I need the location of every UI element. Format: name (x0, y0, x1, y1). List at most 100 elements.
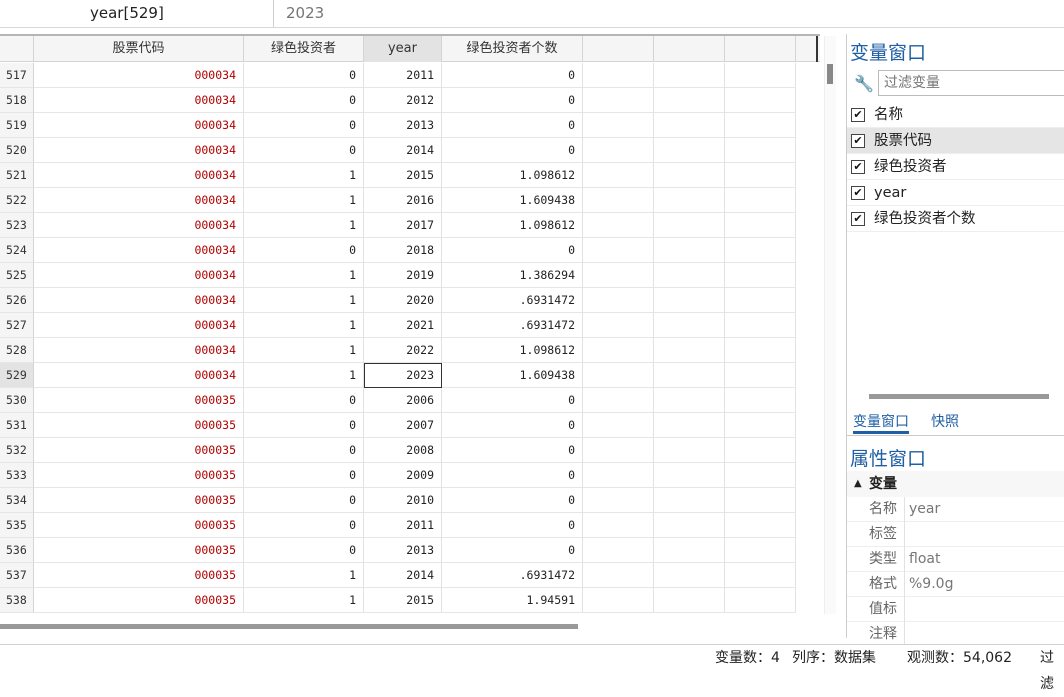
cell-year[interactable]: 2015 (364, 588, 442, 613)
table-row[interactable]: 523 000034 1 2017 1.098612 (0, 213, 820, 238)
row-number[interactable]: 517 (0, 63, 34, 88)
cell-green[interactable]: 1 (244, 588, 364, 613)
property-row[interactable]: 标签 (847, 522, 1064, 547)
cell-count[interactable]: 0 (442, 488, 583, 513)
checkbox-icon[interactable]: ✔ (851, 212, 865, 226)
data-grid[interactable]: 股票代码 绿色投资者 year 绿色投资者个数 517 000034 0 2011 0 5… (0, 34, 820, 618)
cell-empty[interactable] (725, 88, 796, 113)
cell-empty[interactable] (725, 388, 796, 413)
table-row[interactable]: 534 000035 0 2010 0 (0, 488, 820, 513)
cell-green[interactable]: 1 (244, 263, 364, 288)
table-row[interactable]: 518 000034 0 2012 0 (0, 88, 820, 113)
cell-code[interactable]: 000034 (34, 313, 244, 338)
cell-code[interactable]: 000034 (34, 113, 244, 138)
row-number[interactable]: 527 (0, 313, 34, 338)
table-row[interactable]: 532 000035 0 2008 0 (0, 438, 820, 463)
row-number[interactable]: 522 (0, 188, 34, 213)
cell-count[interactable]: .6931472 (442, 288, 583, 313)
cell-code[interactable]: 000035 (34, 563, 244, 588)
cell-empty[interactable] (583, 338, 654, 363)
cell-code[interactable]: 000035 (34, 538, 244, 563)
cell-empty[interactable] (583, 513, 654, 538)
cell-count[interactable]: 1.386294 (442, 263, 583, 288)
table-row[interactable]: 533 000035 0 2009 0 (0, 463, 820, 488)
cell-empty[interactable] (654, 313, 725, 338)
table-row[interactable]: 527 000034 1 2021.6931472 (0, 313, 820, 338)
row-number[interactable]: 526 (0, 288, 34, 313)
row-number[interactable]: 535 (0, 513, 34, 538)
cell-green[interactable]: 0 (244, 463, 364, 488)
cell-empty[interactable] (583, 113, 654, 138)
row-number[interactable]: 530 (0, 388, 34, 413)
cell-code[interactable]: 000034 (34, 188, 244, 213)
cell-empty[interactable] (583, 263, 654, 288)
cell-empty[interactable] (583, 288, 654, 313)
cell-green[interactable]: 0 (244, 63, 364, 88)
cell-empty[interactable] (583, 313, 654, 338)
table-row[interactable]: 530 000035 0 2006 0 (0, 388, 820, 413)
checkbox-icon[interactable]: ✔ (851, 186, 865, 200)
cell-empty[interactable] (725, 213, 796, 238)
cell-empty[interactable] (725, 113, 796, 138)
cell-count[interactable]: 0 (442, 513, 583, 538)
cell-code[interactable]: 000034 (34, 163, 244, 188)
cell-empty[interactable] (654, 88, 725, 113)
cell-green[interactable]: 1 (244, 363, 364, 388)
cell-code[interactable]: 000034 (34, 263, 244, 288)
cell-count[interactable]: 0 (442, 463, 583, 488)
cell-year[interactable]: 2006 (364, 388, 442, 413)
cell-empty[interactable] (725, 238, 796, 263)
cell-empty[interactable] (654, 138, 725, 163)
variable-item[interactable]: ✔ 绿色投资者个数 (847, 206, 1064, 232)
row-number[interactable]: 525 (0, 263, 34, 288)
cell-empty[interactable] (725, 363, 796, 388)
cell-empty[interactable] (725, 513, 796, 538)
cell-green[interactable]: 1 (244, 338, 364, 363)
row-number[interactable]: 518 (0, 88, 34, 113)
cell-year[interactable]: 2007 (364, 413, 442, 438)
table-row[interactable]: 526 000034 1 2020.6931472 (0, 288, 820, 313)
scrollbar-thumb[interactable] (0, 624, 578, 629)
table-row[interactable]: 529 000034 1 2023 1.609438 (0, 363, 820, 388)
cell-empty[interactable] (583, 413, 654, 438)
cell-count[interactable]: 0 (442, 438, 583, 463)
cell-empty[interactable] (654, 413, 725, 438)
panel-horizontal-scrollbar[interactable] (869, 394, 1049, 399)
cell-code[interactable]: 000034 (34, 238, 244, 263)
cell-year[interactable]: 2011 (364, 63, 442, 88)
cell-empty[interactable] (654, 213, 725, 238)
cell-count[interactable]: 1.609438 (442, 363, 583, 388)
cell-green[interactable]: 0 (244, 113, 364, 138)
cell-empty[interactable] (725, 413, 796, 438)
cell-green[interactable]: 0 (244, 238, 364, 263)
cell-empty[interactable] (583, 588, 654, 613)
cell-empty[interactable] (583, 63, 654, 88)
cell-year[interactable]: 2014 (364, 138, 442, 163)
cell-count[interactable]: .6931472 (442, 563, 583, 588)
column-header-count[interactable]: 绿色投资者个数 (442, 36, 583, 62)
cell-count[interactable]: 0 (442, 238, 583, 263)
scrollbar-thumb[interactable] (827, 64, 833, 84)
table-row[interactable]: 521 000034 1 2015 1.098612 (0, 163, 820, 188)
cell-green[interactable]: 0 (244, 488, 364, 513)
cell-code[interactable]: 000034 (34, 363, 244, 388)
cell-count[interactable]: 1.94591 (442, 588, 583, 613)
cell-empty[interactable] (725, 63, 796, 88)
row-number[interactable]: 537 (0, 563, 34, 588)
row-number[interactable]: 538 (0, 588, 34, 613)
variable-item[interactable]: ✔ year (847, 180, 1064, 206)
cell-count[interactable]: 0 (442, 413, 583, 438)
cell-green[interactable]: 0 (244, 388, 364, 413)
cell-empty[interactable] (654, 338, 725, 363)
cell-green[interactable]: 1 (244, 313, 364, 338)
cell-count[interactable]: 0 (442, 138, 583, 163)
cell-code[interactable]: 000034 (34, 288, 244, 313)
cell-empty[interactable] (725, 163, 796, 188)
cell-year[interactable]: 2014 (364, 563, 442, 588)
row-number[interactable]: 534 (0, 488, 34, 513)
cell-year[interactable]: 2011 (364, 513, 442, 538)
cell-empty[interactable] (654, 488, 725, 513)
cell-code[interactable]: 000035 (34, 463, 244, 488)
cell-green[interactable]: 1 (244, 288, 364, 313)
cell-empty[interactable] (654, 588, 725, 613)
